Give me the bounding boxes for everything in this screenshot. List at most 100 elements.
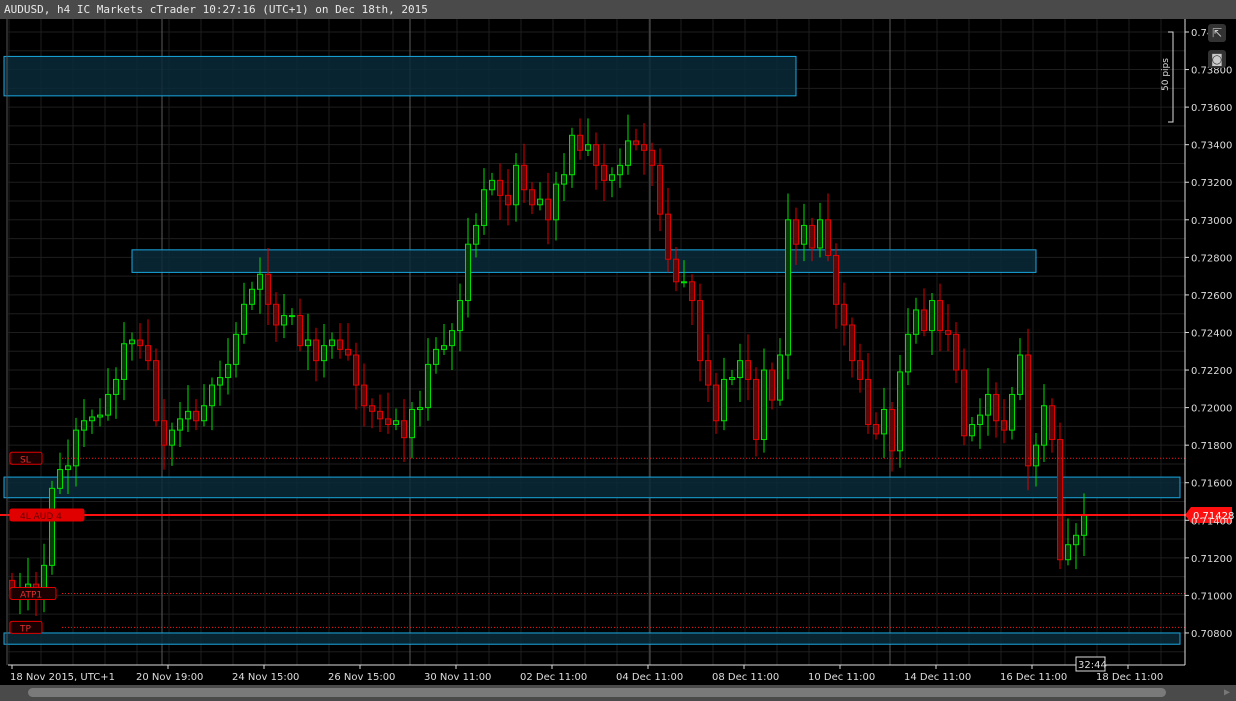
bullish-candle[interactable]	[569, 134, 575, 176]
support-resistance-zone[interactable]	[3, 55, 797, 97]
bullish-candle[interactable]	[929, 300, 935, 332]
bullish-candle[interactable]	[969, 424, 975, 437]
bearish-candle[interactable]	[601, 164, 607, 181]
bearish-candle[interactable]	[1001, 420, 1007, 431]
bullish-candle[interactable]	[113, 378, 119, 395]
bullish-candle[interactable]	[1073, 534, 1079, 546]
bearish-candle[interactable]	[665, 213, 671, 260]
external-link-icon[interactable]: ⇱	[1208, 24, 1226, 42]
bearish-candle[interactable]	[145, 345, 151, 362]
bearish-candle[interactable]	[193, 410, 199, 422]
bearish-candle[interactable]	[921, 309, 927, 332]
bullish-candle[interactable]	[321, 345, 327, 362]
bullish-candle[interactable]	[681, 281, 687, 284]
bullish-candle[interactable]	[737, 360, 743, 379]
bullish-candle[interactable]	[105, 393, 111, 416]
bullish-candle[interactable]	[97, 414, 103, 418]
bearish-candle[interactable]	[889, 408, 895, 452]
bearish-candle[interactable]	[673, 258, 679, 283]
bullish-candle[interactable]	[209, 384, 215, 407]
candlestick-chart[interactable]: SL4L AUD 4 0.71428ATP1TP0.740.738000.7360…	[0, 19, 1236, 685]
bullish-candle[interactable]	[49, 487, 55, 566]
bearish-candle[interactable]	[953, 333, 959, 371]
bearish-candle[interactable]	[369, 405, 375, 412]
bearish-candle[interactable]	[337, 339, 343, 350]
scrollbar-thumb[interactable]	[28, 688, 1166, 697]
bearish-candle[interactable]	[865, 378, 871, 426]
bullish-candle[interactable]	[1033, 444, 1039, 467]
bullish-candle[interactable]	[609, 174, 615, 181]
bearish-candle[interactable]	[689, 281, 695, 302]
bullish-candle[interactable]	[241, 303, 247, 335]
bullish-candle[interactable]	[489, 179, 495, 191]
bullish-candle[interactable]	[465, 243, 471, 302]
bearish-candle[interactable]	[857, 360, 863, 380]
bearish-candle[interactable]	[577, 134, 583, 151]
bullish-candle[interactable]	[473, 224, 479, 245]
bullish-candle[interactable]	[121, 343, 127, 380]
bearish-candle[interactable]	[945, 330, 951, 335]
bullish-candle[interactable]	[281, 315, 287, 326]
bearish-candle[interactable]	[1057, 439, 1063, 561]
bearish-candle[interactable]	[313, 339, 319, 362]
bullish-candle[interactable]	[449, 330, 455, 347]
bullish-candle[interactable]	[89, 416, 95, 422]
bearish-candle[interactable]	[633, 140, 639, 146]
bullish-candle[interactable]	[433, 348, 439, 365]
bearish-candle[interactable]	[697, 300, 703, 362]
bullish-candle[interactable]	[801, 224, 807, 245]
bullish-candle[interactable]	[457, 300, 463, 332]
bullish-candle[interactable]	[553, 183, 559, 221]
bullish-candle[interactable]	[393, 420, 399, 426]
bullish-candle[interactable]	[761, 369, 767, 441]
bearish-candle[interactable]	[1025, 354, 1031, 467]
bullish-candle[interactable]	[1081, 514, 1087, 536]
bullish-candle[interactable]	[441, 345, 447, 350]
camera-icon[interactable]: ◙	[1208, 50, 1226, 68]
bullish-candle[interactable]	[305, 339, 311, 347]
bullish-candle[interactable]	[561, 174, 567, 185]
support-resistance-zone[interactable]	[3, 632, 1181, 645]
bearish-candle[interactable]	[825, 219, 831, 256]
bearish-candle[interactable]	[793, 219, 799, 245]
bearish-candle[interactable]	[385, 418, 391, 426]
bearish-candle[interactable]	[993, 393, 999, 422]
bearish-candle[interactable]	[1049, 405, 1055, 441]
bullish-candle[interactable]	[73, 429, 79, 467]
bearish-candle[interactable]	[505, 194, 511, 206]
bullish-candle[interactable]	[617, 164, 623, 176]
bullish-candle[interactable]	[1017, 354, 1023, 395]
bearish-candle[interactable]	[641, 144, 647, 151]
bearish-candle[interactable]	[657, 164, 663, 215]
bullish-candle[interactable]	[481, 189, 487, 226]
bullish-candle[interactable]	[257, 273, 263, 290]
bearish-candle[interactable]	[297, 315, 303, 347]
bullish-candle[interactable]	[785, 219, 791, 356]
bullish-candle[interactable]	[537, 198, 543, 206]
bullish-candle[interactable]	[409, 408, 415, 439]
bullish-candle[interactable]	[169, 429, 175, 446]
bullish-candle[interactable]	[913, 309, 919, 335]
bullish-candle[interactable]	[81, 420, 87, 431]
bullish-candle[interactable]	[625, 140, 631, 166]
bearish-candle[interactable]	[401, 420, 407, 439]
bullish-candle[interactable]	[185, 410, 191, 420]
bullish-candle[interactable]	[1009, 393, 1015, 431]
bearish-candle[interactable]	[961, 369, 967, 437]
bullish-candle[interactable]	[585, 144, 591, 151]
bullish-candle[interactable]	[225, 363, 231, 379]
bearish-candle[interactable]	[361, 384, 367, 407]
bullish-candle[interactable]	[233, 333, 239, 365]
bearish-candle[interactable]	[841, 303, 847, 326]
bullish-candle[interactable]	[985, 393, 991, 416]
bullish-candle[interactable]	[217, 377, 223, 386]
bullish-candle[interactable]	[897, 371, 903, 452]
bearish-candle[interactable]	[833, 254, 839, 305]
bullish-candle[interactable]	[905, 333, 911, 373]
bearish-candle[interactable]	[705, 360, 711, 386]
bearish-candle[interactable]	[161, 420, 167, 446]
bullish-candle[interactable]	[417, 407, 423, 410]
bullish-candle[interactable]	[129, 339, 135, 345]
bearish-candle[interactable]	[345, 348, 351, 356]
bearish-candle[interactable]	[713, 384, 719, 422]
